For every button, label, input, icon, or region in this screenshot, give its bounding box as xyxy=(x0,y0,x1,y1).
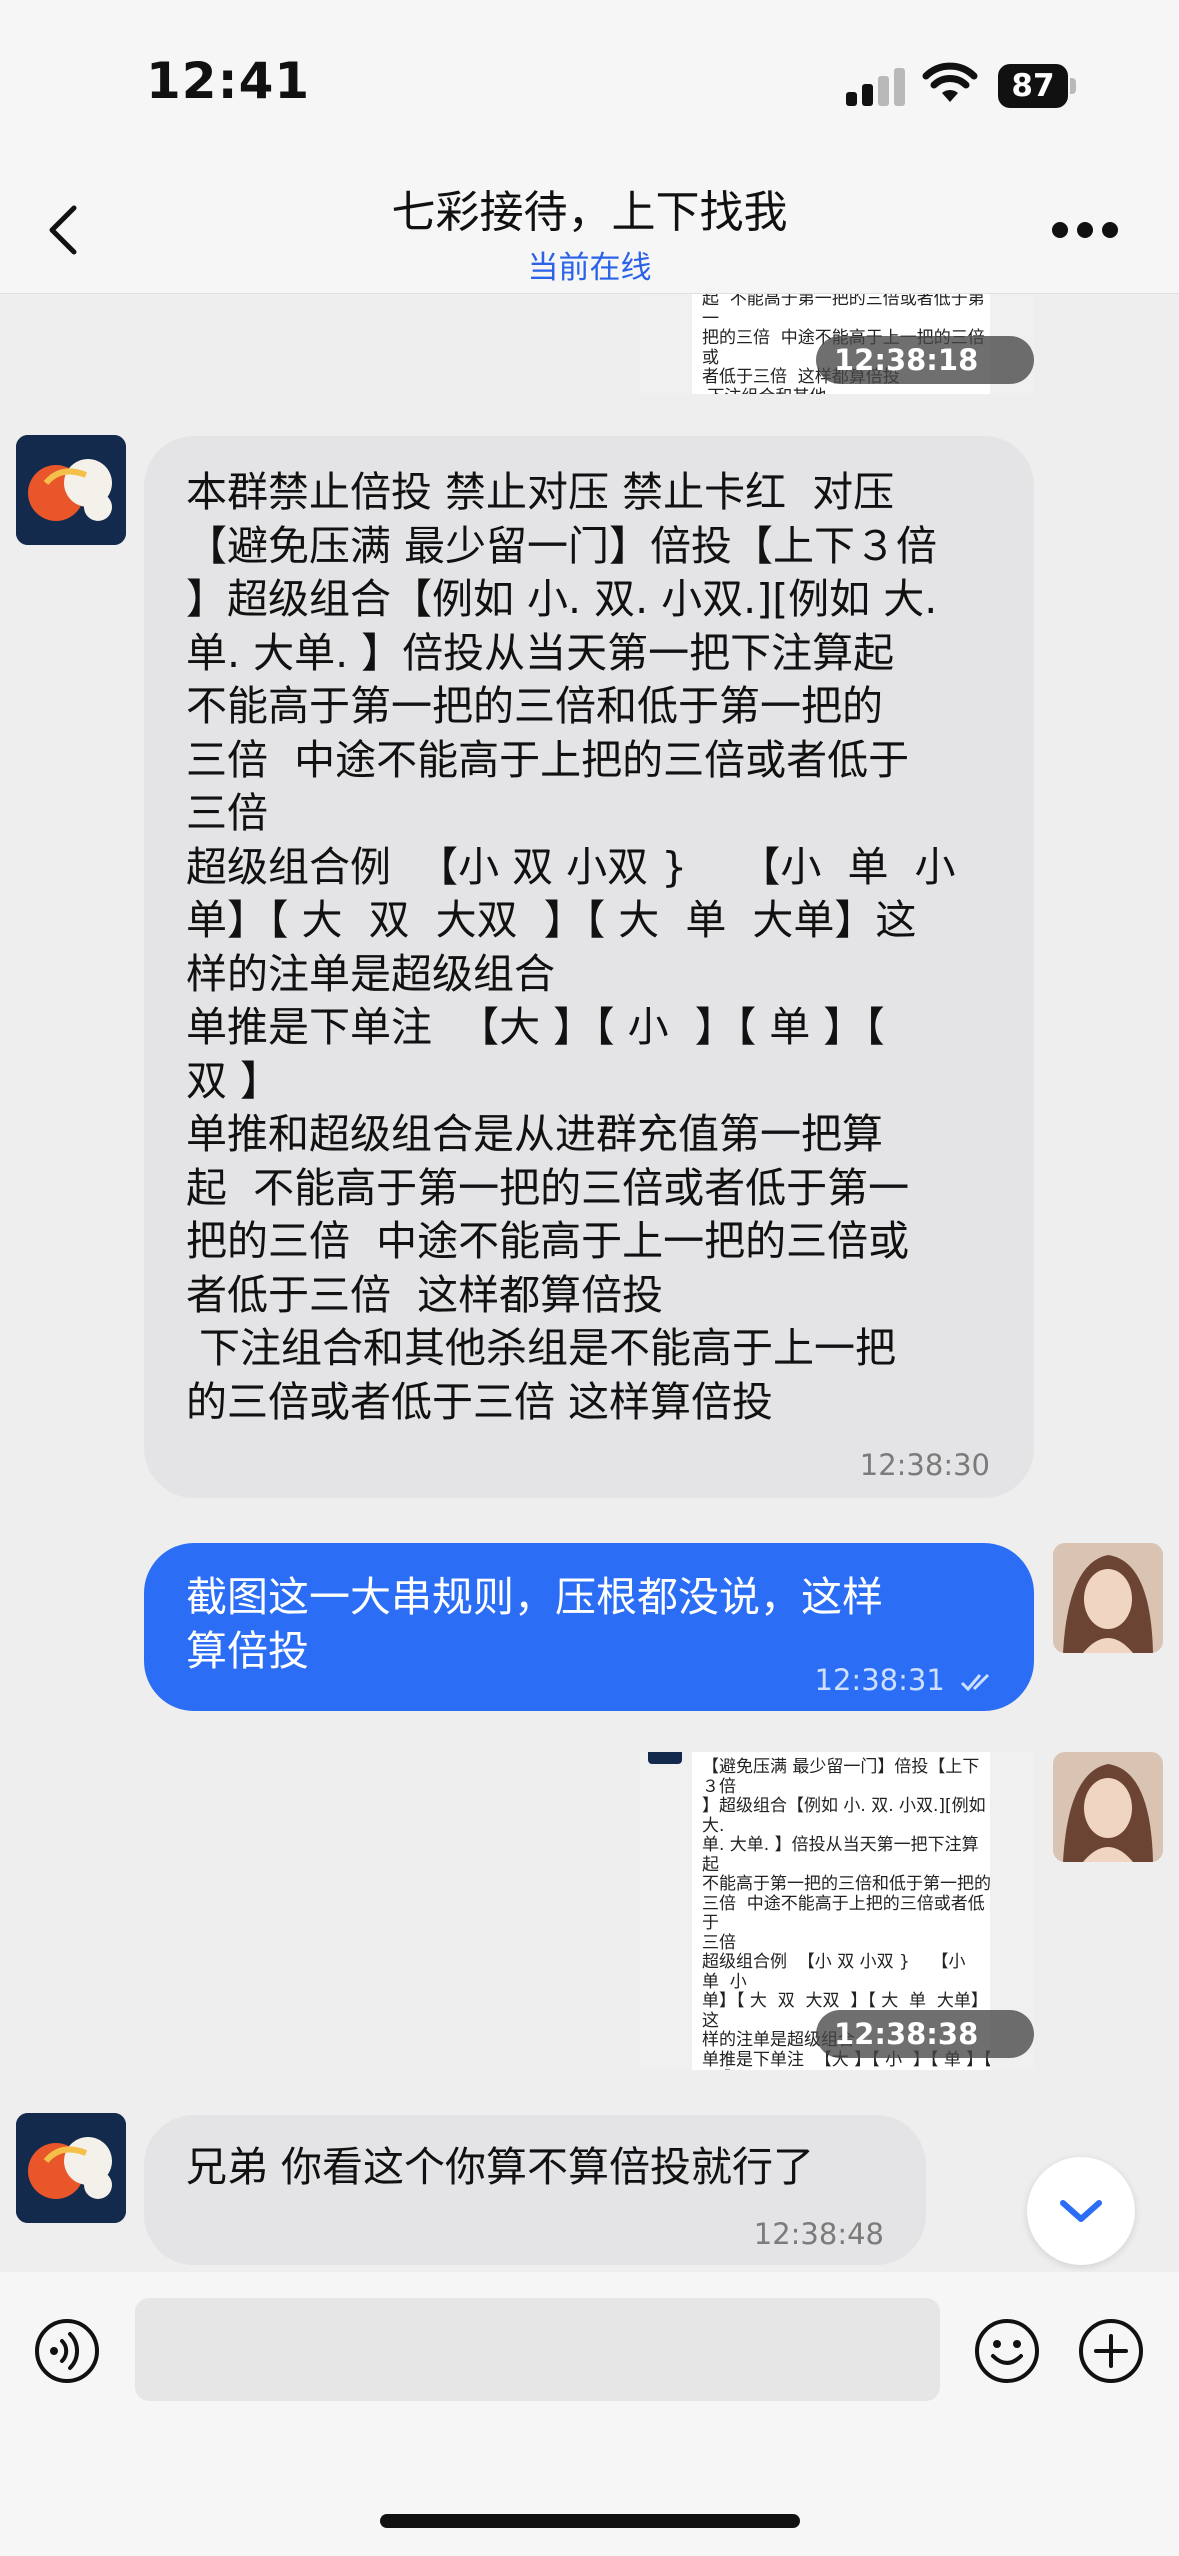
battery-icon: 87 xyxy=(998,64,1076,108)
status-time: 12:41 xyxy=(146,52,311,110)
scroll-to-bottom-button[interactable] xyxy=(1027,2157,1135,2265)
message-time: 12:38:48 xyxy=(753,2217,884,2251)
message-bubble[interactable]: 截图这一大串规则，压根都没说，这样 算倍投 12:38:31 xyxy=(144,1543,1034,1711)
image-message[interactable]: 【避免压满 最少留一门】倍投【上下３倍 】超级组合【例如 小. 双. 小双.][… xyxy=(640,1752,1034,2070)
wifi-icon xyxy=(922,62,978,102)
read-ticks-icon xyxy=(960,1673,990,1692)
message-time: 12:38:31 xyxy=(815,1663,994,1697)
online-status: 当前在线 xyxy=(527,250,652,286)
message-time: 12:38:30 xyxy=(859,1448,990,1482)
message-time: 12:38:38 xyxy=(816,2010,1034,2058)
battery-level: 87 xyxy=(998,64,1068,108)
voice-input-icon[interactable] xyxy=(34,2318,100,2384)
chat-header: 七彩接待，上下找我 当前在线 xyxy=(0,160,1179,294)
status-bar: 12:41 87 xyxy=(0,0,1179,160)
message-text: 本群禁止倍投 禁止对压 禁止卡红 对压 【避免压满 最少留一门】倍投【上下３倍 … xyxy=(186,468,956,1426)
message-bubble[interactable]: 兄弟 你看这个你算不算倍投就行了 12:38:48 xyxy=(144,2115,926,2265)
contact-avatar[interactable] xyxy=(16,435,126,545)
contact-avatar[interactable] xyxy=(16,2113,126,2223)
add-attachment-icon[interactable] xyxy=(1078,2318,1144,2384)
home-indicator xyxy=(380,2514,800,2528)
message-text: 兄弟 你看这个你算不算倍投就行了 xyxy=(186,2143,815,2191)
chevron-down-icon xyxy=(1060,2200,1102,2222)
chat-title: 七彩接待，上下找我 xyxy=(391,187,788,238)
message-text: 截图这一大串规则，压根都没说，这样 算倍投 xyxy=(186,1573,883,1675)
user-avatar[interactable] xyxy=(1053,1752,1163,1862)
thumb-avatar xyxy=(648,1752,682,1764)
message-bubble[interactable]: 本群禁止倍投 禁止对压 禁止卡红 对压 【避免压满 最少留一门】倍投【上下３倍 … xyxy=(144,436,1034,1498)
emoji-icon[interactable] xyxy=(974,2318,1040,2384)
more-options-icon[interactable] xyxy=(1050,220,1120,240)
message-input[interactable] xyxy=(135,2298,940,2401)
image-message[interactable]: 起 不能高于第一把的三倍或者低于第一 把的三倍 中途不能高于上一把的三倍或 者低… xyxy=(640,294,1034,394)
user-avatar[interactable] xyxy=(1053,1543,1163,1653)
message-time: 12:38:18 xyxy=(816,336,1034,384)
cellular-signal-icon xyxy=(846,66,906,106)
